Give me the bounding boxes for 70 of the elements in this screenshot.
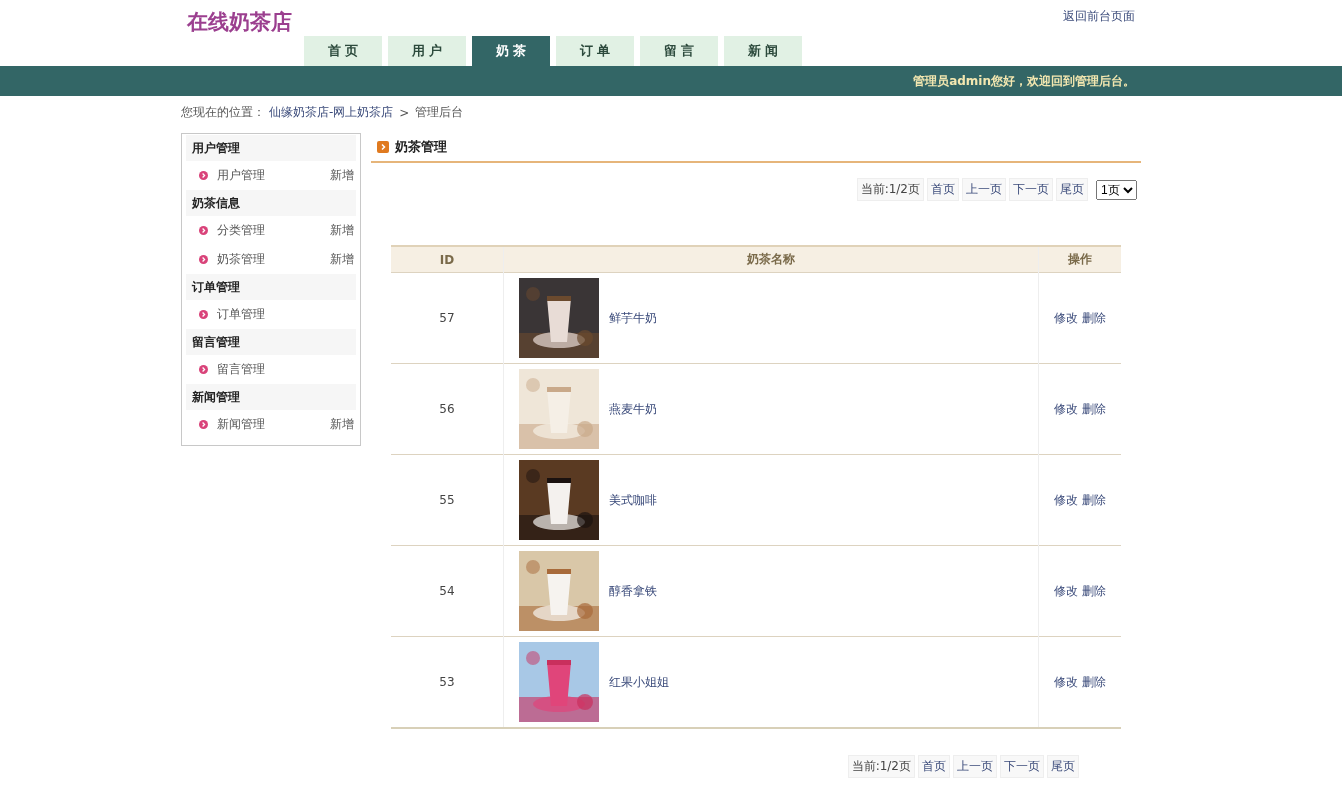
product-name-link[interactable]: 燕麦牛奶 [609,400,657,418]
action-link[interactable]: 修改 [1054,583,1078,598]
add-link[interactable]: 新增 [330,167,354,184]
column-header: ID [391,246,504,273]
back-to-front-link[interactable]: 返回前台页面 [1063,8,1135,36]
table-cell: 55 [391,454,504,546]
action-link[interactable]: 修改 [1054,401,1078,416]
pager-link[interactable]: 尾页 [1047,755,1079,778]
arrow-square-icon [377,141,389,153]
pager-link[interactable]: 尾页 [1056,178,1088,201]
action-link[interactable]: 修改 [1054,492,1078,507]
chevron-bullet-icon [199,171,208,180]
action-link[interactable]: 修改 [1054,310,1078,325]
nav-tab[interactable]: 奶 茶 [472,36,550,66]
breadcrumb-separator: > [399,105,410,120]
product-name-link[interactable]: 红果小姐姐 [609,673,669,691]
action-link[interactable]: 删除 [1082,310,1106,325]
table-cell: 56 [391,363,504,455]
pager-link[interactable]: 首页 [918,755,950,778]
column-header: 操作 [1038,246,1121,273]
page-status: 当前:1/2页 [856,178,924,201]
nav-tab[interactable]: 订 单 [556,36,634,66]
sidebar-item[interactable]: 留言管理 [217,361,356,378]
sidebar-group-title: 留言管理 [186,329,356,355]
sidebar-group-title: 订单管理 [186,274,356,300]
breadcrumb-current: 管理后台 [415,104,464,121]
site-logo: 在线奶茶店 [186,8,292,36]
breadcrumb-link[interactable]: 仙缘奶茶店-网上奶茶店 [269,104,394,121]
sidebar-group-title: 奶茶信息 [186,190,356,216]
table-cell: 54 [391,545,504,637]
sidebar-item[interactable]: 用户管理 [217,167,330,184]
pager-link[interactable]: 上一页 [962,178,1006,201]
page-select[interactable]: 1页 [1096,179,1137,200]
chevron-bullet-icon [199,365,208,374]
product-name-link[interactable]: 美式咖啡 [609,491,657,509]
nav-tab[interactable]: 首 页 [304,36,382,66]
action-link[interactable]: 删除 [1082,401,1106,416]
add-link[interactable]: 新增 [330,251,354,268]
sidebar-group-title: 新闻管理 [186,384,356,410]
breadcrumb-label: 您现在的位置： [181,104,265,121]
nav-tab[interactable]: 新 闻 [724,36,802,66]
action-link[interactable]: 删除 [1082,674,1106,689]
welcome-text: 管理员admin您好，欢迎回到管理后台。 [913,72,1135,90]
page-status: 当前:1/2页 [847,755,915,778]
add-link[interactable]: 新增 [330,222,354,239]
pager-link[interactable]: 下一页 [1009,178,1053,201]
action-link[interactable]: 删除 [1082,492,1106,507]
action-link[interactable]: 修改 [1054,674,1078,689]
sidebar-item[interactable]: 订单管理 [217,306,356,323]
sidebar-item[interactable]: 奶茶管理 [217,251,330,268]
pager-link[interactable]: 下一页 [1000,755,1044,778]
product-name-link[interactable]: 鲜芋牛奶 [609,309,657,327]
add-link[interactable]: 新增 [330,416,354,433]
table-cell: 57 [391,272,504,364]
chevron-bullet-icon [199,310,208,319]
chevron-bullet-icon [199,226,208,235]
nav-tab[interactable]: 留 言 [640,36,718,66]
sidebar-group-title: 用户管理 [186,135,356,161]
panel-title: 奶茶管理 [395,138,447,156]
chevron-bullet-icon [199,420,208,429]
table-cell: 53 [391,636,504,728]
product-name-link[interactable]: 醇香拿铁 [609,582,657,600]
pager-link[interactable]: 上一页 [953,755,997,778]
sidebar-item[interactable]: 新闻管理 [217,416,330,433]
pager-link[interactable]: 首页 [927,178,959,201]
nav-tab[interactable]: 用 户 [388,36,466,66]
sidebar-item[interactable]: 分类管理 [217,222,330,239]
column-header: 奶茶名称 [503,246,1039,273]
action-link[interactable]: 删除 [1082,583,1106,598]
chevron-bullet-icon [199,255,208,264]
